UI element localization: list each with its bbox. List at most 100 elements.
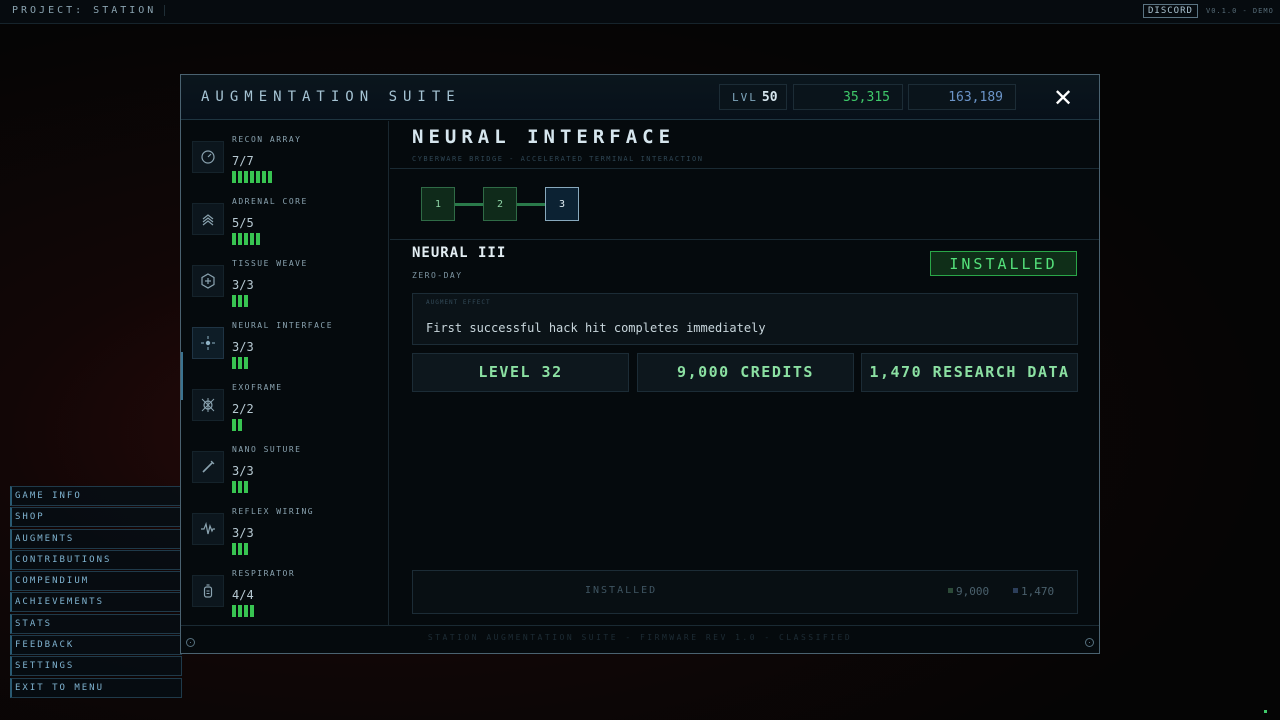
augment-item-exoframe[interactable]: EXOFRAME 2/2: [181, 369, 389, 431]
tier-name: NEURAL III: [412, 245, 507, 261]
tier-2-button[interactable]: 2: [483, 187, 517, 221]
augment-item-adrenal-core[interactable]: ADRENAL CORE 5/5: [181, 183, 389, 245]
progress-pip: [244, 295, 248, 307]
progress-pip: [250, 605, 254, 617]
tier-1-button[interactable]: 1: [421, 187, 455, 221]
progress-pip: [244, 357, 248, 369]
augment-pips: [232, 171, 272, 183]
augment-count: 3/3: [232, 340, 254, 354]
version-label: V0.1.0 - DEMO: [1206, 7, 1274, 15]
progress-pip: [238, 295, 242, 307]
progress-pip: [244, 171, 248, 183]
augment-item-recon-array[interactable]: RECON ARRAY 7/7: [181, 121, 389, 183]
discord-button[interactable]: DISCORD: [1143, 4, 1198, 18]
cost-credits: 9,000: [948, 585, 989, 598]
exoframe-icon: [192, 389, 224, 421]
tier-3-button[interactable]: 3: [545, 187, 579, 221]
augment-item-nano-suture[interactable]: NANO SUTURE 3/3: [181, 431, 389, 493]
top-bar: PROJECT: STATION DISCORD V0.1.0 - DEMO: [0, 0, 1280, 24]
augment-name: NEURAL INTERFACE: [232, 321, 334, 330]
cost-research: 1,470: [1013, 585, 1054, 598]
progress-pip: [268, 171, 272, 183]
progress-pip: [238, 605, 242, 617]
progress-pip: [250, 233, 254, 245]
augment-pips: [232, 481, 248, 493]
requirement-research: 1,470 RESEARCH DATA: [861, 353, 1078, 392]
requirement-credits: 9,000 CREDITS: [637, 353, 854, 392]
modal-header: AUGMENTATION SUITE LVL 50 35,315 163,189 …: [181, 75, 1099, 120]
close-icon[interactable]: ✕: [1053, 84, 1073, 112]
progress-pip: [244, 481, 248, 493]
augment-count: 7/7: [232, 154, 254, 168]
menu-item-contributions[interactable]: CONTRIBUTIONS: [10, 549, 182, 570]
progress-pip: [232, 295, 236, 307]
augment-item-respirator[interactable]: RESPIRATOR 4/4: [181, 555, 389, 617]
augment-item-neural-interface[interactable]: NEURAL INTERFACE 3/3: [181, 307, 389, 369]
adrenal-icon: [192, 203, 224, 235]
reflex-icon: [192, 513, 224, 545]
progress-pip: [232, 419, 236, 431]
progress-pip: [232, 171, 236, 183]
install-button[interactable]: INSTALLED 9,000 1,470: [412, 570, 1078, 614]
menu-item-feedback[interactable]: FEEDBACK: [10, 635, 182, 656]
progress-pip: [244, 605, 248, 617]
menu-item-game-info[interactable]: GAME INFO: [10, 486, 182, 506]
progress-pip: [238, 171, 242, 183]
detail-subtitle: CYBERWARE BRIDGE - ACCELERATED TERMINAL …: [412, 155, 704, 163]
research-icon: [1013, 588, 1018, 593]
menu-item-stats[interactable]: STATS: [10, 613, 182, 634]
augment-count: 4/4: [232, 588, 254, 602]
augment-count: 3/3: [232, 464, 254, 478]
augment-name: REFLEX WIRING: [232, 507, 315, 516]
requirement-level: LEVEL 32: [412, 353, 629, 392]
menu-item-augments[interactable]: AUGMENTS: [10, 528, 182, 549]
progress-pip: [232, 233, 236, 245]
menu-item-settings[interactable]: SETTINGS: [10, 656, 182, 677]
progress-pip: [238, 233, 242, 245]
respirator-icon: [192, 575, 224, 607]
tier-connector: [517, 203, 545, 206]
progress-pip: [238, 419, 242, 431]
tier-connector: [455, 203, 483, 206]
menu-item-compendium[interactable]: COMPENDIUM: [10, 571, 182, 592]
progress-pip: [256, 233, 260, 245]
progress-pip: [256, 171, 260, 183]
augment-pips: [232, 233, 260, 245]
level-value: 50: [761, 90, 778, 105]
divider: [390, 168, 1099, 169]
menu-item-achievements[interactable]: ACHIEVEMENTS: [10, 592, 182, 613]
augment-effect-panel: AUGMENT EFFECT First successful hack hit…: [412, 293, 1078, 345]
augment-count: 3/3: [232, 278, 254, 292]
status-badge: INSTALLED: [930, 251, 1077, 276]
tier-subtitle: ZERO-DAY: [412, 271, 463, 280]
neural-icon: [192, 327, 224, 359]
augment-name: RECON ARRAY: [232, 135, 302, 144]
modal-title: AUGMENTATION SUITE: [201, 89, 461, 105]
modal-footer: STATION AUGMENTATION SUITE - FIRMWARE RE…: [427, 633, 853, 642]
augment-pips: [232, 543, 248, 555]
detail-title: NEURAL INTERFACE: [412, 126, 676, 148]
augment-detail: NEURAL INTERFACE CYBERWARE BRIDGE - ACCE…: [390, 121, 1099, 625]
progress-pip: [244, 543, 248, 555]
tissue-icon: [192, 265, 224, 297]
menu-item-shop[interactable]: SHOP: [10, 507, 182, 528]
augmentation-modal: AUGMENTATION SUITE LVL 50 35,315 163,189 …: [180, 74, 1100, 654]
side-menu: GAME INFO SHOP AUGMENTS CONTRIBUTIONS CO…: [10, 486, 182, 699]
augment-count: 3/3: [232, 526, 254, 540]
augment-list: RECON ARRAY 7/7 ADRENAL CORE 5/5 TISSUE …: [181, 121, 389, 625]
augment-item-reflex-wiring[interactable]: REFLEX WIRING 3/3: [181, 493, 389, 555]
progress-pip: [232, 543, 236, 555]
progress-pip: [244, 233, 248, 245]
credits-balance: 35,315: [793, 84, 903, 110]
augment-name: TISSUE WEAVE: [232, 259, 308, 268]
menu-item-exit[interactable]: EXIT TO MENU: [10, 677, 182, 698]
augment-name: EXOFRAME: [232, 383, 283, 392]
progress-pip: [232, 605, 236, 617]
progress-pip: [232, 481, 236, 493]
augment-pips: [232, 357, 248, 369]
augment-name: ADRENAL CORE: [232, 197, 308, 206]
augment-pips: [232, 605, 254, 617]
augment-item-tissue-weave[interactable]: TISSUE WEAVE 3/3: [181, 245, 389, 307]
install-label: INSTALLED: [585, 585, 658, 596]
effect-label: AUGMENT EFFECT: [426, 299, 491, 306]
